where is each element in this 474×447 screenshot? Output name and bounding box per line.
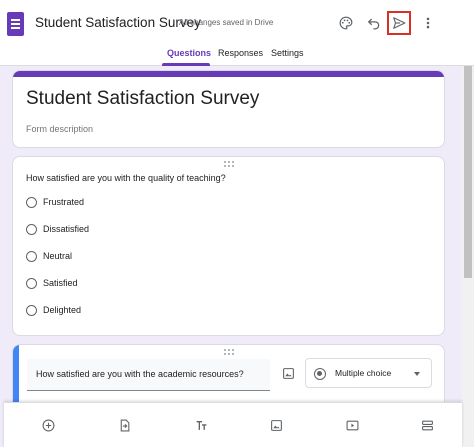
add-title-button[interactable] — [189, 413, 213, 437]
import-questions-icon — [120, 419, 129, 431]
option-label: Delighted — [43, 305, 82, 315]
drag-handle-icon[interactable] — [224, 349, 234, 355]
send-icon — [393, 17, 406, 29]
add-question-icon — [42, 419, 54, 431]
question-text[interactable]: How satisfied are you with the academic … — [36, 369, 244, 379]
send-button[interactable] — [387, 11, 411, 35]
question-type-dropdown[interactable]: Multiple choice — [305, 358, 432, 388]
question-text[interactable]: How satisfied are you with the quality o… — [26, 173, 226, 183]
add-section-button[interactable] — [415, 413, 439, 437]
radio-icon[interactable] — [26, 223, 37, 235]
option-neutral[interactable]: Neutral — [26, 249, 72, 263]
add-video-button[interactable] — [340, 413, 364, 437]
chevron-down-icon — [414, 372, 420, 376]
add-image-icon — [270, 419, 282, 431]
option-satisfied[interactable]: Satisfied — [26, 276, 78, 290]
option-label: Frustrated — [43, 197, 85, 207]
drag-handle-icon[interactable] — [224, 161, 234, 167]
option-label: Satisfied — [43, 278, 78, 288]
forms-logo-icon[interactable] — [7, 12, 24, 36]
tab-settings[interactable]: Settings — [271, 48, 304, 58]
bottom-toolbar — [4, 402, 462, 447]
active-tab-indicator — [162, 63, 210, 66]
import-questions-button[interactable] — [112, 413, 136, 437]
radio-icon[interactable] — [26, 250, 37, 262]
title-card-accent — [13, 71, 444, 77]
add-title-icon — [196, 420, 206, 430]
question-title-input[interactable]: How satisfied are you with the academic … — [27, 359, 270, 391]
undo-icon[interactable] — [362, 11, 386, 35]
radio-icon[interactable] — [26, 277, 37, 289]
scrollbar-thumb[interactable] — [464, 66, 472, 278]
add-section-icon — [421, 420, 433, 430]
question-type-label: Multiple choice — [335, 368, 392, 378]
tab-responses[interactable]: Responses — [218, 48, 263, 58]
radio-checked-icon — [314, 368, 326, 380]
document-title[interactable]: Student Satisfaction Survey — [35, 15, 201, 30]
form-description-field[interactable]: Form description — [26, 124, 93, 134]
add-image-button[interactable] — [279, 364, 297, 382]
save-status: All changes saved in Drive — [179, 18, 274, 27]
form-title[interactable]: Student Satisfaction Survey — [26, 88, 259, 110]
header-bar: Student Satisfaction Survey All changes … — [0, 0, 474, 66]
add-image-button[interactable] — [264, 413, 288, 437]
tab-questions[interactable]: Questions — [167, 48, 211, 58]
option-label: Neutral — [43, 251, 73, 261]
option-frustrated[interactable]: Frustrated — [26, 195, 84, 209]
add-video-icon — [346, 420, 358, 430]
option-dissatisfied[interactable]: Dissatisfied — [26, 222, 89, 236]
option-label: Dissatisfied — [43, 224, 90, 234]
option-delighted[interactable]: Delighted — [26, 303, 81, 317]
more-vert-icon[interactable] — [416, 11, 440, 35]
image-icon — [282, 367, 294, 379]
question-card[interactable]: How satisfied are you with the quality o… — [12, 156, 445, 336]
radio-icon[interactable] — [26, 196, 37, 208]
add-question-button[interactable] — [36, 413, 60, 437]
form-title-card[interactable]: Student Satisfaction Survey Form descrip… — [12, 70, 445, 148]
palette-icon[interactable] — [334, 11, 358, 35]
radio-icon[interactable] — [26, 304, 37, 316]
